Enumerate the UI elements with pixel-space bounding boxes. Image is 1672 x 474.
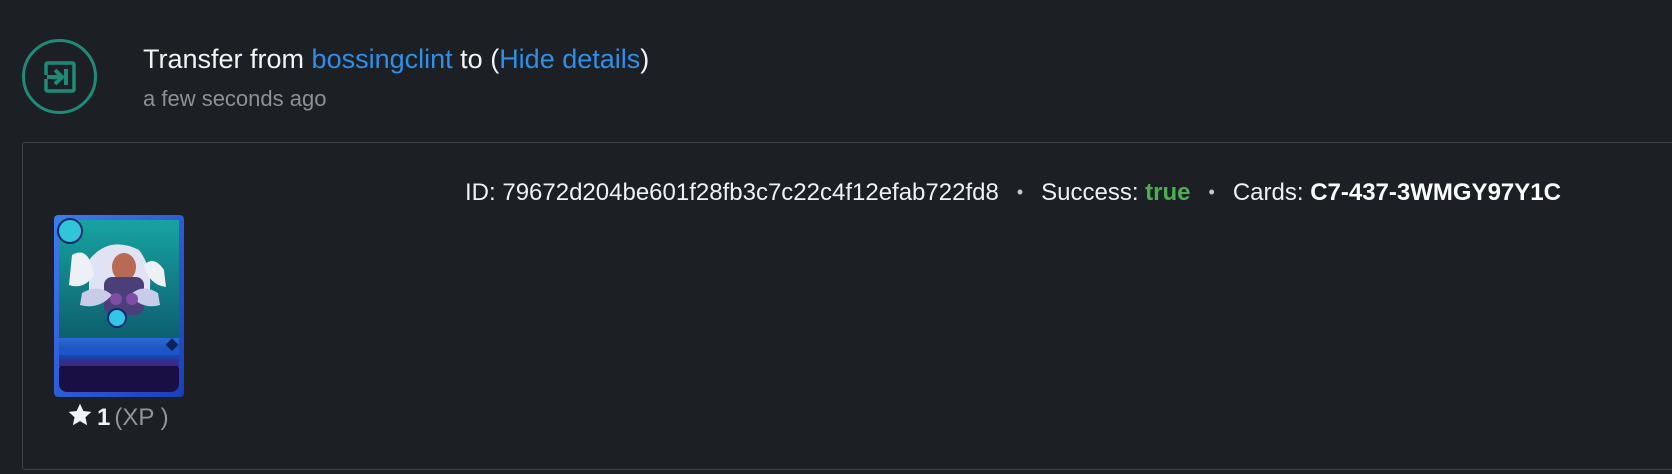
separator-dot: •: [1208, 182, 1215, 202]
open-paren: (: [490, 44, 500, 74]
success-value: true: [1145, 179, 1191, 206]
star-icon: [67, 402, 93, 438]
hide-details-link[interactable]: Hide details: [499, 44, 640, 74]
transfer-details-panel: ID: 79672d204be601f28fb3c7c22c4f12efab72…: [22, 142, 1672, 470]
card-id: C7-437-3WMGY97Y1C: [1310, 179, 1561, 206]
card-xp-label: (XP ): [114, 404, 169, 431]
card-image[interactable]: [54, 215, 184, 397]
card-stats: 1 (XP ): [67, 401, 169, 438]
id-label: ID:: [465, 179, 496, 206]
transfer-feed-item: Transfer from bossingclint to (Hide deta…: [0, 0, 1672, 474]
transaction-meta: ID: 79672d204be601f28fb3c7c22c4f12efab72…: [465, 175, 1561, 210]
transfer-title: Transfer from bossingclint to (Hide deta…: [143, 40, 649, 78]
transfer-header: Transfer from bossingclint to (Hide deta…: [143, 40, 649, 114]
from-user-link[interactable]: bossingclint: [312, 44, 453, 74]
transfer-timestamp: a few seconds ago: [143, 86, 327, 111]
transfer-in-icon: [22, 39, 97, 114]
transaction-id: 79672d204be601f28fb3c7c22c4f12efab722fd8: [502, 179, 999, 206]
separator-dot: •: [1016, 182, 1024, 202]
transfer-connector: to: [460, 44, 483, 74]
transfer-prefix: Transfer from: [143, 44, 305, 74]
cards-label: Cards:: [1232, 179, 1304, 206]
close-paren: ): [640, 44, 650, 74]
card-level: 1: [97, 404, 111, 431]
success-label: Success:: [1041, 179, 1139, 206]
